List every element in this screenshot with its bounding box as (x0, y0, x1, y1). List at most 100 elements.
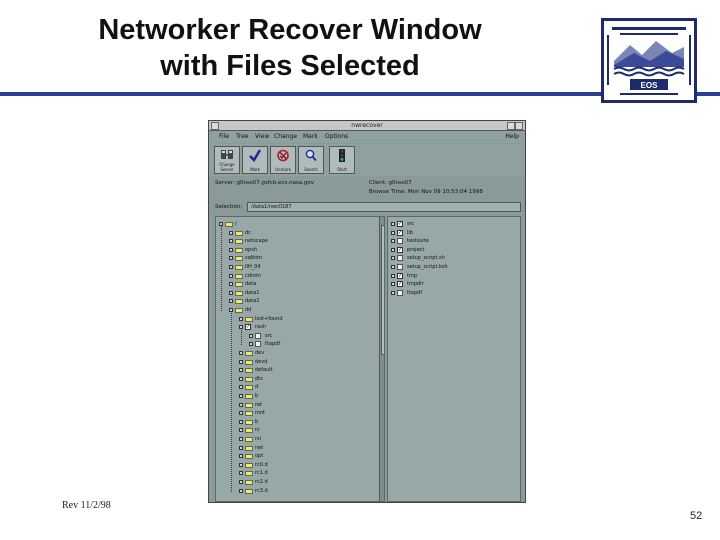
maximize-button[interactable] (515, 122, 523, 130)
folder-icon (245, 316, 253, 322)
expand-toggle-icon[interactable] (239, 376, 243, 381)
expand-toggle-icon[interactable] (239, 385, 243, 390)
marked-checkbox-icon: ✓ (397, 281, 403, 288)
search-button[interactable]: Search (298, 146, 324, 174)
expand-toggle-icon[interactable] (239, 411, 243, 416)
slide-title: Networker Recover Window with Files Sele… (40, 12, 540, 84)
expand-toggle-icon[interactable] (239, 462, 243, 467)
expand-toggle-icon[interactable] (229, 290, 233, 295)
expand-toggle-icon[interactable] (391, 230, 395, 235)
expand-toggle-icon[interactable] (239, 437, 243, 441)
start-button[interactable]: Start (329, 146, 355, 174)
expand-toggle-icon[interactable] (229, 230, 233, 235)
expand-toggle-icon[interactable] (391, 222, 395, 226)
tree-item-name: rc1.d (255, 470, 268, 477)
file-name: tmpdir (407, 281, 424, 288)
tree-item-name: cdrom (245, 272, 261, 279)
expand-toggle-icon[interactable] (391, 247, 395, 252)
expand-toggle-icon[interactable] (239, 488, 243, 493)
marked-checkbox-icon: ✓ (245, 324, 251, 331)
folder-icon (235, 239, 243, 245)
tree-item-name: rc (255, 427, 260, 434)
expand-toggle-icon[interactable] (239, 445, 243, 450)
menu-tree[interactable]: Tree (236, 131, 249, 143)
folder-icon (245, 402, 253, 408)
expand-toggle-icon[interactable] (391, 273, 395, 278)
tree-item-name: dc (245, 229, 251, 236)
tree-scroll-thumb[interactable] (381, 225, 384, 355)
folder-icon (235, 282, 243, 288)
tree-item-name: ttapdf (265, 341, 281, 348)
expand-toggle-icon[interactable] (229, 265, 233, 269)
tree-item-name: data (245, 281, 257, 288)
file-icon (255, 341, 261, 348)
folder-icon (225, 222, 233, 227)
mark-label: Mark (250, 167, 260, 172)
tree-item-name: rc0.d (255, 461, 268, 468)
expand-toggle-icon[interactable] (229, 247, 233, 252)
expand-toggle-icon[interactable] (239, 316, 243, 321)
mark-button[interactable]: Mark (242, 146, 268, 174)
server-label: Server: (215, 180, 235, 186)
file-name: ttapdf (407, 289, 423, 296)
expand-toggle-icon[interactable] (229, 299, 233, 304)
folder-icon (235, 247, 243, 253)
tree-item-name: rc2.d (255, 479, 268, 485)
menu-help[interactable]: Help (505, 131, 519, 143)
expand-toggle-icon[interactable] (229, 282, 233, 287)
expand-toggle-icon[interactable] (239, 351, 243, 355)
expand-toggle-icon[interactable] (249, 342, 253, 347)
window-titlebar[interactable]: nwrecover (209, 121, 525, 131)
expand-toggle-icon[interactable] (229, 273, 233, 278)
change-server-button[interactable]: Change Server (214, 146, 240, 174)
file-icon (397, 289, 403, 296)
menu-file[interactable]: File (219, 131, 229, 143)
expand-toggle-icon[interactable] (391, 265, 395, 269)
expand-toggle-icon[interactable] (239, 394, 243, 398)
selection-label: Selection: (215, 204, 243, 210)
tree-item-name: data2 (245, 298, 260, 305)
expand-toggle-icon[interactable] (239, 428, 243, 433)
file-icon (255, 332, 261, 339)
folder-icon (245, 368, 253, 374)
expand-toggle-icon[interactable] (239, 368, 243, 373)
file-icon (397, 264, 403, 270)
expand-toggle-icon[interactable] (229, 308, 233, 312)
tree-item-name: dd (245, 307, 252, 313)
expand-toggle-icon[interactable] (239, 471, 243, 476)
browse-time-info: Browse Time: Mon Nov 09 10:53:04 1998 (369, 188, 483, 196)
folder-icon (245, 385, 253, 391)
expand-toggle-icon[interactable] (229, 239, 233, 244)
unmark-button[interactable]: Unmark (270, 146, 296, 174)
menu-change[interactable]: Change (274, 131, 297, 143)
folder-icon (245, 480, 253, 485)
menu-view[interactable]: View (255, 131, 269, 143)
expand-toggle-icon[interactable] (239, 454, 243, 459)
expand-toggle-icon[interactable] (239, 419, 243, 424)
minimize-button[interactable] (507, 122, 515, 130)
expand-toggle-icon[interactable] (391, 290, 395, 295)
folder-icon (245, 411, 253, 417)
change-server-icon (221, 150, 233, 159)
browse-time-value: Mon Nov 09 10:53:04 1998 (407, 189, 483, 195)
menu-mark[interactable]: Mark (303, 131, 318, 143)
tree-item-name: net (255, 444, 264, 451)
expand-toggle-icon[interactable] (249, 333, 253, 338)
expand-toggle-icon[interactable] (219, 222, 223, 226)
folder-icon (235, 308, 243, 313)
unmark-icon (277, 149, 289, 162)
expand-toggle-icon[interactable] (391, 282, 395, 287)
expand-toggle-icon[interactable] (239, 359, 243, 364)
tree-item-name: b (255, 393, 259, 399)
menu-options[interactable]: Options (325, 131, 348, 143)
expand-toggle-icon[interactable] (239, 402, 243, 407)
tree-scrollbar[interactable] (379, 217, 384, 501)
tree-item-name: default (255, 367, 273, 374)
selection-field[interactable]: /data1/nwc0187 (247, 202, 521, 212)
expand-toggle-icon[interactable] (239, 325, 243, 330)
expand-toggle-icon[interactable] (391, 239, 395, 244)
expand-toggle-icon[interactable] (229, 256, 233, 261)
expand-toggle-icon[interactable] (239, 480, 243, 484)
expand-toggle-icon[interactable] (391, 256, 395, 261)
tree-item-name: lost+found (255, 315, 283, 322)
